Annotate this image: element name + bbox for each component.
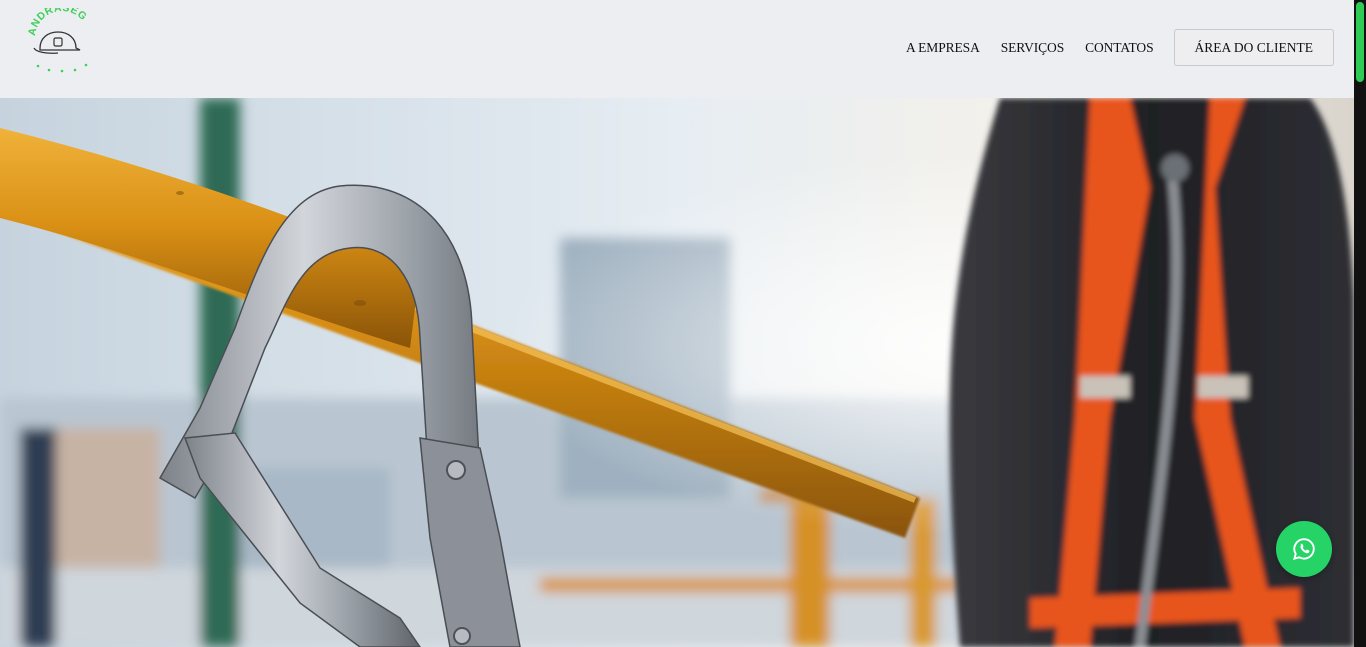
scrollbar-thumb[interactable] — [1356, 2, 1364, 82]
nav-link-contatos[interactable]: CONTATOS — [1085, 40, 1153, 56]
client-area-button[interactable]: ÁREA DO CLIENTE — [1173, 29, 1334, 66]
hero-photo-illustration — [0, 98, 1354, 647]
nav-link-a-empresa[interactable]: A EMPRESA — [906, 40, 980, 56]
whatsapp-button[interactable] — [1276, 521, 1332, 577]
brand-logo[interactable]: ANDRASEG — [26, 8, 96, 78]
hero-image — [0, 98, 1354, 647]
page: ANDRASEG A EMPRESA SERVIÇOS CONTATOS ÁRE… — [0, 0, 1366, 647]
nav-link-servicos[interactable]: SERVIÇOS — [1001, 40, 1064, 56]
main-nav: A EMPRESA SERVIÇOS CONTATOS ÁREA DO CLIE… — [906, 29, 1334, 66]
site-header: ANDRASEG A EMPRESA SERVIÇOS CONTATOS ÁRE… — [0, 0, 1354, 98]
helmet-logo-icon: ANDRASEG — [26, 8, 89, 73]
whatsapp-icon — [1293, 538, 1315, 560]
page-scrollbar[interactable] — [1354, 0, 1366, 647]
